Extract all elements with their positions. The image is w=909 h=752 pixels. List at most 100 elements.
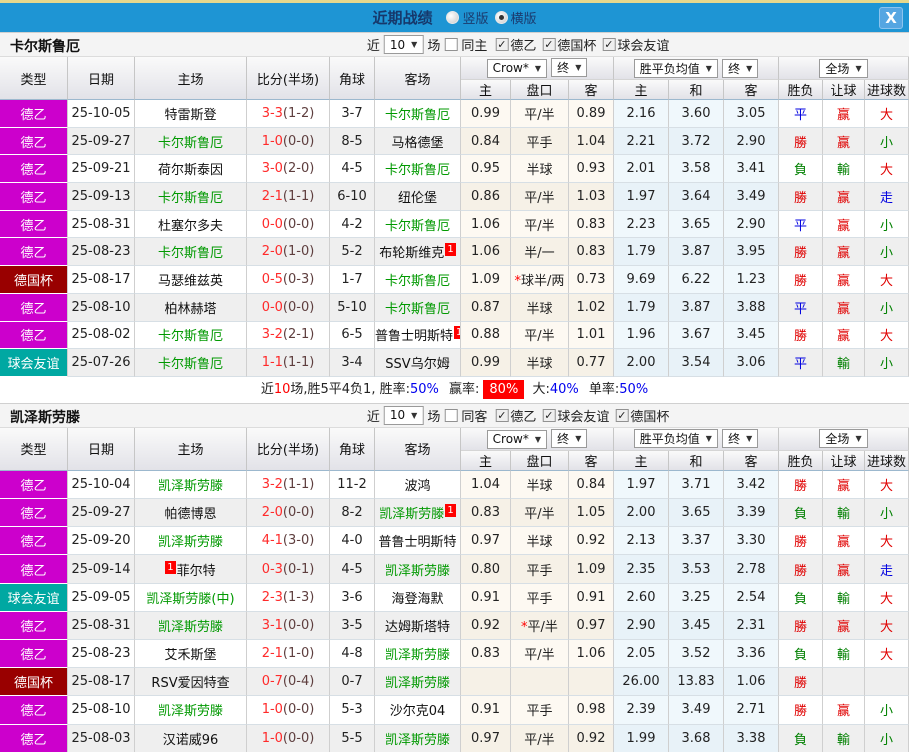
- away-team[interactable]: 普鲁士明斯特1: [375, 321, 461, 350]
- away-team[interactable]: 卡尔斯鲁厄: [375, 210, 461, 239]
- odds-away: 0.91: [569, 583, 615, 612]
- final-avg-select[interactable]: 终 ▼: [722, 58, 759, 78]
- home-team[interactable]: 杜塞尔多夫: [135, 210, 247, 239]
- score-cell: 3-2(2-1): [247, 321, 330, 350]
- away-team[interactable]: 达姆斯塔特: [375, 611, 461, 640]
- match-row: 德乙 25-10-05 特雷斯登 3-3(1-2) 3-7 卡尔斯鲁厄 0.99…: [0, 100, 909, 128]
- final-odds-select[interactable]: 终 ▼: [551, 429, 588, 449]
- scope-select[interactable]: 全场 ▼: [819, 429, 868, 449]
- home-team-name: 凯泽斯劳滕(中): [146, 591, 235, 607]
- league-label: 德国杯: [557, 39, 597, 54]
- home-team[interactable]: 马瑟维兹英: [135, 266, 247, 294]
- odds-company-select[interactable]: Crow* ▼: [486, 58, 548, 78]
- home-team[interactable]: 凯泽斯劳滕: [135, 527, 247, 556]
- league-checkbox[interactable]: ✓: [495, 38, 509, 51]
- home-team-name: 荷尔斯泰因: [157, 163, 223, 179]
- score-cell: 0-7(0-4): [247, 668, 330, 697]
- card-badge: 1: [445, 504, 456, 518]
- halftime-score: (2-0): [282, 161, 315, 177]
- home-team[interactable]: 荷尔斯泰因: [135, 155, 247, 184]
- league-type-badge: 德乙: [0, 293, 68, 322]
- away-team[interactable]: 卡尔斯鲁厄: [375, 100, 461, 128]
- match-date: 25-09-27: [68, 499, 135, 528]
- home-team[interactable]: 帕德博恩: [135, 499, 247, 528]
- handicap-line: 平手: [511, 555, 569, 584]
- home-team[interactable]: 卡尔斯鲁厄: [135, 238, 247, 267]
- match-count-select[interactable]: 10 ▼: [383, 405, 424, 425]
- result-handicap: 赢: [823, 470, 866, 500]
- same-venue-checkbox[interactable]: [444, 38, 458, 51]
- avg-odds-select[interactable]: 胜平负均值 ▼: [633, 58, 718, 78]
- away-team[interactable]: 波鸿: [375, 470, 461, 500]
- same-venue-checkbox[interactable]: [444, 408, 458, 422]
- home-team[interactable]: 凯泽斯劳滕(中): [135, 583, 247, 612]
- league-checkbox[interactable]: ✓: [542, 38, 556, 51]
- subcol-goals: 进球数: [865, 450, 909, 471]
- result-win-draw-loss: 負: [779, 155, 824, 184]
- result-win-draw-loss: 勝: [779, 527, 824, 556]
- match-date: 25-08-10: [68, 696, 135, 725]
- home-team[interactable]: 卡尔斯鲁厄: [135, 349, 247, 377]
- away-team[interactable]: 布轮斯维克 1: [375, 238, 461, 267]
- match-row: 德乙 25-08-02 卡尔斯鲁厄 3-2(2-1) 6-5 普鲁士明斯特1 0…: [0, 321, 909, 350]
- league-checkbox[interactable]: ✓: [602, 38, 616, 51]
- away-team[interactable]: SSV乌尔姆: [375, 349, 461, 377]
- horizontal-layout-radio[interactable]: [494, 11, 508, 24]
- league-checkbox[interactable]: ✓: [615, 408, 629, 422]
- home-team-name: 卡尔斯鲁厄: [157, 246, 223, 262]
- fulltime-score: 3-0: [261, 161, 283, 177]
- match-row: 德乙 25-09-14 1 菲尔特 0-3(0-1) 4-5 凯泽斯劳滕 0.80…: [0, 555, 909, 584]
- corner-count: 4-8: [330, 640, 375, 669]
- home-team[interactable]: 卡尔斯鲁厄: [135, 183, 247, 211]
- away-team[interactable]: 凯泽斯劳滕 1: [375, 499, 461, 528]
- away-team[interactable]: 凯泽斯劳滕: [375, 668, 461, 697]
- away-team[interactable]: 卡尔斯鲁厄: [375, 155, 461, 184]
- away-team[interactable]: 纽伦堡: [375, 183, 461, 211]
- vertical-layout-radio[interactable]: [446, 11, 460, 24]
- away-team[interactable]: 沙尔克04: [375, 696, 461, 725]
- final-avg-select[interactable]: 终 ▼: [722, 429, 759, 449]
- home-team[interactable]: 艾禾斯堡: [135, 640, 247, 669]
- close-button[interactable]: X: [879, 7, 903, 29]
- vertical-layout-label[interactable]: 竖版: [462, 8, 488, 27]
- match-date: 25-10-05: [68, 100, 135, 128]
- league-checkbox[interactable]: ✓: [495, 408, 509, 422]
- odds-away: 0.93: [569, 155, 615, 184]
- home-team[interactable]: 凯泽斯劳滕: [135, 470, 247, 500]
- handicap-line: 半球: [511, 527, 569, 556]
- away-team[interactable]: 普鲁士明斯特: [375, 527, 461, 556]
- away-team[interactable]: 马格德堡: [375, 127, 461, 156]
- away-team[interactable]: 卡尔斯鲁厄: [375, 266, 461, 294]
- handicap-line: 平/半: [511, 724, 569, 752]
- away-team[interactable]: 凯泽斯劳滕: [375, 555, 461, 584]
- home-team[interactable]: 卡尔斯鲁厄: [135, 127, 247, 156]
- home-team[interactable]: RSV爱因特查: [135, 668, 247, 697]
- result-handicap: 輸: [823, 640, 866, 669]
- handicap-line: 半球: [511, 349, 569, 377]
- home-team[interactable]: 凯泽斯劳滕: [135, 611, 247, 640]
- avg-odds-select[interactable]: 胜平负均值 ▼: [633, 429, 718, 449]
- match-count-select[interactable]: 10 ▼: [383, 35, 424, 54]
- home-team[interactable]: 卡尔斯鲁厄: [135, 321, 247, 350]
- home-team[interactable]: 特雷斯登: [135, 100, 247, 128]
- league-filter-group: ✓ 德乙 ✓ 德国杯 ✓ 球会友谊: [491, 35, 669, 54]
- league-checkbox[interactable]: ✓: [542, 408, 556, 422]
- league-type-badge: 德乙: [0, 611, 68, 640]
- final-odds-select[interactable]: 终 ▼: [551, 58, 588, 78]
- home-team[interactable]: 凯泽斯劳滕: [135, 696, 247, 725]
- home-team[interactable]: 汉诺威96: [135, 724, 247, 752]
- away-team[interactable]: 海登海默: [375, 583, 461, 612]
- avg-away-odds: 2.54: [724, 583, 780, 612]
- halftime-score: (1-0): [282, 646, 315, 662]
- away-team[interactable]: 卡尔斯鲁厄: [375, 293, 461, 322]
- home-team[interactable]: 柏林赫塔: [135, 293, 247, 322]
- away-team[interactable]: 凯泽斯劳滕: [375, 640, 461, 669]
- horizontal-layout-label[interactable]: 横版: [511, 8, 537, 27]
- scope-select[interactable]: 全场 ▼: [819, 58, 868, 78]
- away-team[interactable]: 凯泽斯劳滕: [375, 724, 461, 752]
- result-win-draw-loss: 負: [779, 724, 824, 752]
- home-team[interactable]: 1 菲尔特: [135, 555, 247, 584]
- home-team-name: 凯泽斯劳滕: [157, 704, 223, 720]
- away-team-name: 凯泽斯劳滕: [384, 563, 450, 579]
- odds-company-select[interactable]: Crow* ▼: [486, 429, 548, 449]
